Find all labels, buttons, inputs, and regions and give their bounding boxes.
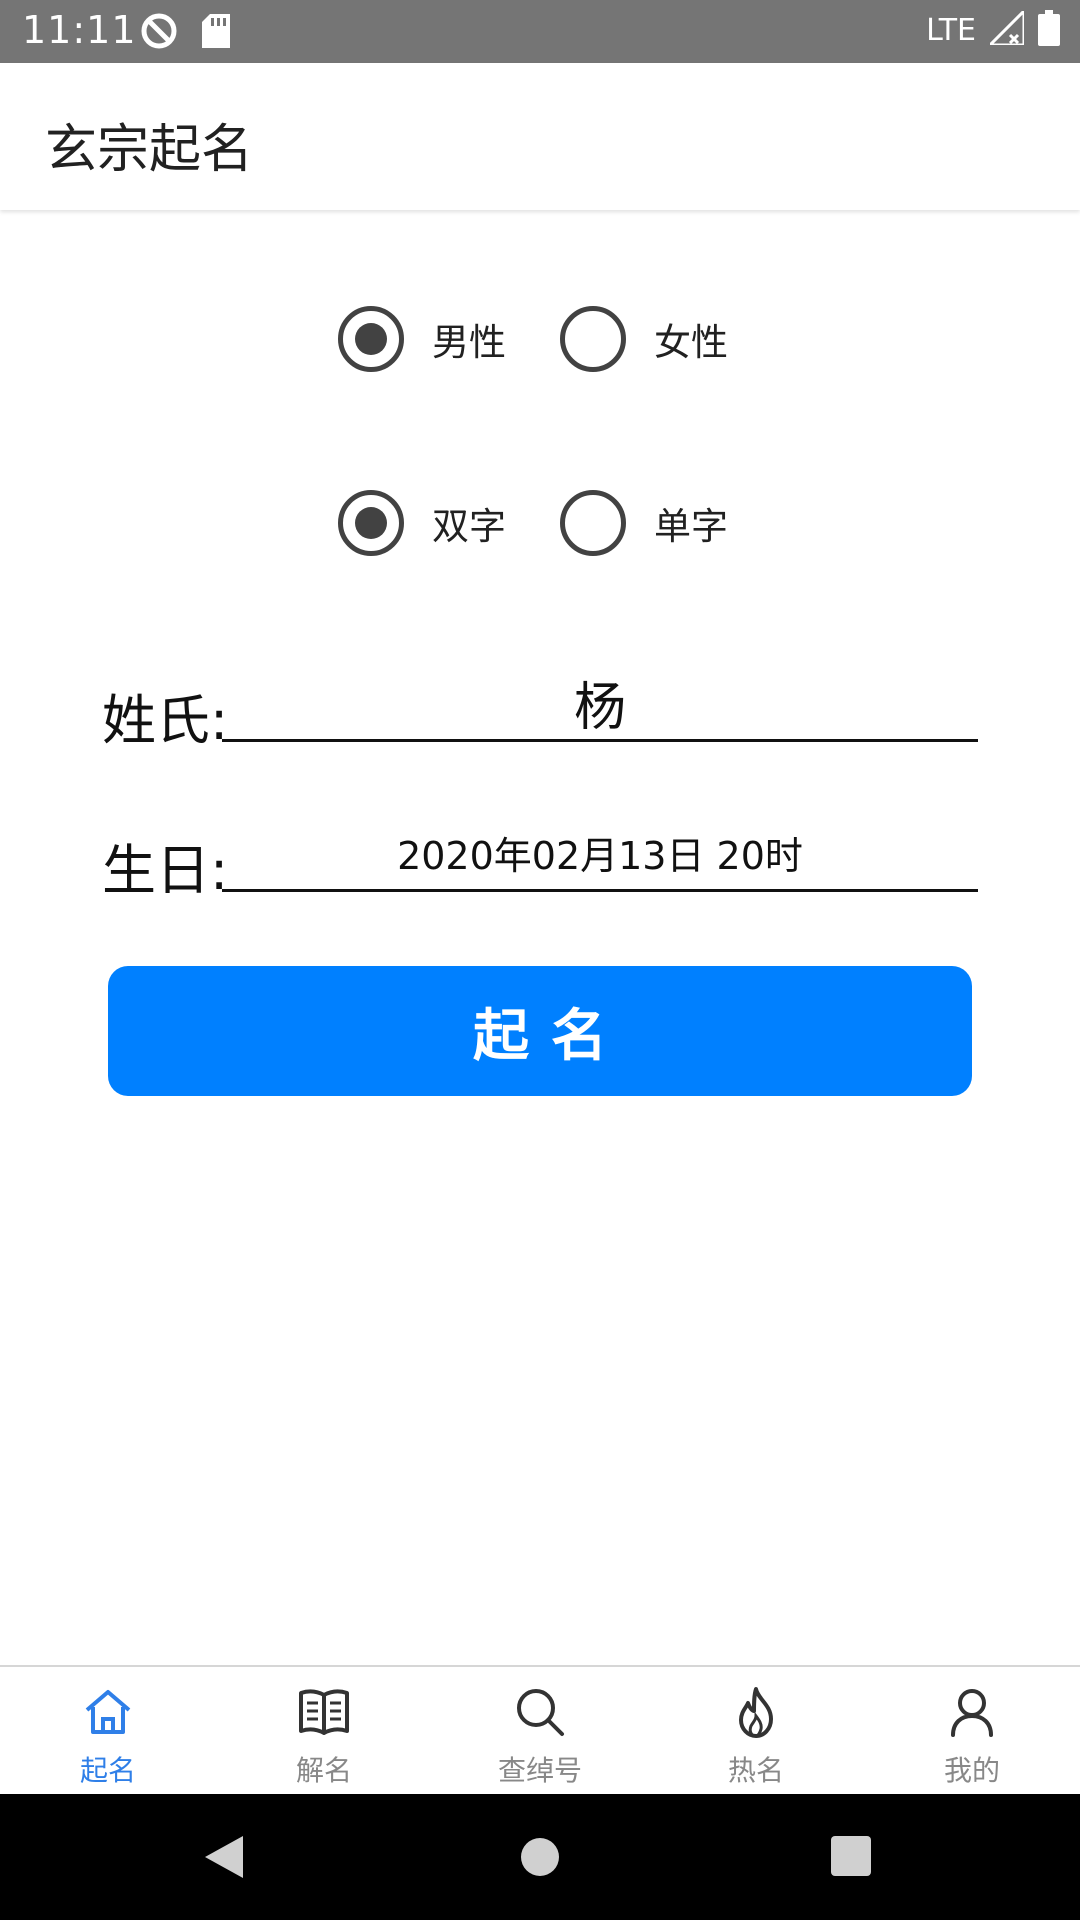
radio-female-label[interactable]: 女性 bbox=[654, 312, 728, 366]
nav-label-nickname: 查绰号 bbox=[497, 1754, 582, 1787]
gender-radio-group: 男性 女性 bbox=[338, 306, 728, 372]
nav-item-hot-names[interactable]: 热名 bbox=[648, 1667, 864, 1796]
nav-label-naming: 起名 bbox=[79, 1754, 136, 1787]
back-icon[interactable] bbox=[203, 1834, 245, 1884]
home-icon bbox=[79, 1683, 137, 1745]
nav-item-profile[interactable]: 我的 bbox=[864, 1667, 1080, 1796]
system-nav-bar bbox=[0, 1794, 1080, 1920]
name-length-radio-group: 双字 单字 bbox=[338, 490, 728, 556]
nav-item-naming[interactable]: 起名 bbox=[0, 1667, 216, 1796]
nav-label-profile: 我的 bbox=[943, 1754, 1000, 1787]
nav-item-nickname[interactable]: 查绰号 bbox=[432, 1667, 648, 1796]
fire-icon bbox=[727, 1683, 785, 1745]
radio-double-char-label[interactable]: 双字 bbox=[432, 496, 506, 550]
birthday-label: 生日: bbox=[102, 839, 229, 902]
sd-card-icon bbox=[202, 14, 230, 52]
radio-single-char-circle[interactable] bbox=[560, 490, 626, 556]
radio-single-char-label[interactable]: 单字 bbox=[654, 496, 728, 550]
generate-name-button[interactable]: 起名 bbox=[108, 966, 972, 1096]
surname-input[interactable]: 杨 bbox=[222, 665, 978, 742]
radio-female-circle[interactable] bbox=[560, 306, 626, 372]
radio-male[interactable]: 男性 bbox=[338, 306, 506, 372]
signal-icon bbox=[986, 7, 1026, 49]
status-time: 11:11 bbox=[22, 8, 137, 52]
bottom-nav: 起名 解名 查绰号 热名 我的 bbox=[0, 1665, 1080, 1796]
app-bar: 玄宗起名 bbox=[0, 63, 1080, 210]
status-bar: 11:11 LTE bbox=[0, 0, 1080, 63]
user-icon bbox=[943, 1683, 1001, 1745]
radio-female[interactable]: 女性 bbox=[560, 306, 728, 372]
status-right: LTE bbox=[926, 7, 1060, 50]
network-type: LTE bbox=[926, 12, 976, 48]
birthday-picker[interactable]: 2020年02月13日 20时 bbox=[222, 825, 978, 892]
search-icon bbox=[511, 1683, 569, 1745]
radio-double-char[interactable]: 双字 bbox=[338, 490, 506, 556]
home-circle-icon[interactable] bbox=[519, 1836, 561, 1882]
radio-male-circle[interactable] bbox=[338, 306, 404, 372]
radio-male-label[interactable]: 男性 bbox=[432, 312, 506, 366]
nav-label-interpret: 解名 bbox=[295, 1754, 352, 1787]
surname-label: 姓氏: bbox=[102, 689, 229, 752]
status-left-icons bbox=[140, 12, 230, 54]
radio-single-char[interactable]: 单字 bbox=[560, 490, 728, 556]
dnd-icon bbox=[140, 12, 178, 54]
nav-item-interpret[interactable]: 解名 bbox=[216, 1667, 432, 1796]
nav-label-hot-names: 热名 bbox=[727, 1754, 784, 1787]
book-icon bbox=[295, 1683, 353, 1745]
recents-icon[interactable] bbox=[831, 1836, 871, 1880]
battery-icon bbox=[1038, 10, 1060, 50]
radio-double-char-circle[interactable] bbox=[338, 490, 404, 556]
app-title: 玄宗起名 bbox=[45, 120, 254, 180]
